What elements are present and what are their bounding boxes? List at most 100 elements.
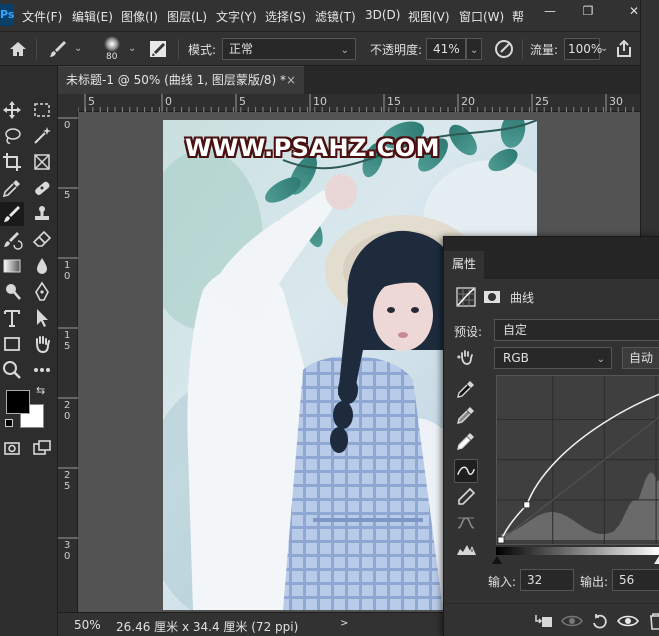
swap-colors-icon[interactable]: ⇆ [36,384,45,397]
auto-button[interactable]: 自动 [622,347,659,369]
delete-adjustment-icon[interactable] [644,609,659,633]
menu-select[interactable]: 选择(S) [265,8,306,25]
document-tab[interactable]: 未标题-1 @ 50% (曲线 1, 图层蒙版/8) * × [58,66,304,94]
properties-tab-bar: 属性 [444,251,659,279]
menu-image[interactable]: 图像(I) [121,8,158,25]
ruler-label: 0 [64,411,70,422]
healing-brush-icon[interactable] [30,176,54,200]
rectangular-marquee-icon[interactable] [30,98,54,122]
move-tool-icon[interactable] [0,98,24,122]
frame-tool-icon[interactable] [30,150,54,174]
menu-help[interactable]: 帮 [512,8,524,25]
zoom-tool-icon[interactable] [0,358,24,382]
curve-edit-points-icon[interactable] [454,459,478,483]
curve-chart [497,376,659,544]
screen-mode-icon[interactable] [30,436,54,460]
magic-wand-icon[interactable] [30,124,54,148]
eraser-tool-icon[interactable] [30,228,54,252]
default-colors-icon[interactable] [5,419,13,427]
hand-tool-icon[interactable] [30,332,54,356]
menu-file[interactable]: 文件(F) [22,8,62,25]
gray-point-eyedropper-icon[interactable] [454,403,478,427]
lasso-tool-icon[interactable] [0,124,24,148]
pressure-opacity-icon[interactable] [492,37,516,61]
curves-adjustment-icon[interactable] [454,285,478,309]
ruler-label: 2 [64,400,70,411]
zoom-level[interactable]: 50% [74,618,101,632]
chevron-down-icon: ⌄ [596,354,605,365]
ruler-label: 0 [64,551,70,562]
menu-edit[interactable]: 编辑(E) [72,8,113,25]
menu-layer[interactable]: 图层(L) [167,8,207,25]
view-previous-state-icon[interactable] [560,609,584,633]
channel-select[interactable]: RGB ⌄ [494,347,612,369]
foreground-color-swatch[interactable] [6,390,30,414]
black-point-eyedropper-icon[interactable] [454,377,478,401]
mode-select-value: 正常 [229,42,254,56]
pen-tool-icon[interactable] [30,280,54,304]
menu-filter[interactable]: 滤镜(T) [315,8,356,25]
brush-preset-chevron-icon[interactable]: ⌄ [74,43,82,54]
ruler-label: 1 [64,330,70,341]
more-tools-icon[interactable] [30,358,54,382]
chevron-down-icon: ⌄ [340,45,349,56]
path-selection-icon[interactable] [30,306,54,330]
input-value-field[interactable]: 32 [520,569,574,591]
brush-tool-icon[interactable] [0,202,24,226]
properties-panel: 属性 曲线 预设: 自定 RGB ⌄ 自动 输入: 32 输出: 56 [443,236,659,636]
flow-input[interactable]: 100% [564,38,603,60]
toggle-visibility-eye-icon[interactable] [616,609,640,633]
preset-select[interactable]: 自定 [494,319,659,341]
menu-type[interactable]: 文字(Y) [216,8,257,25]
white-point-slider[interactable] [654,556,659,564]
curve-graph[interactable] [496,375,659,545]
menu-view[interactable]: 视图(V) [408,8,450,25]
target-adjustment-hand-icon[interactable] [454,345,478,369]
menu-3d[interactable]: 3D(D) [365,8,400,22]
share-icon[interactable] [612,37,636,61]
opacity-value: 41% [433,42,460,56]
properties-footer [444,603,659,636]
ruler-label: 30 [609,95,623,108]
brush-size-chevron-icon[interactable]: ⌄ [128,43,136,54]
input-value: 32 [527,573,543,587]
clip-to-layer-icon[interactable] [532,609,556,633]
close-tab-icon[interactable]: × [286,67,296,94]
menu-window[interactable]: 窗口(W) [459,8,504,25]
properties-tab[interactable]: 属性 [444,251,484,279]
history-brush-icon[interactable] [0,228,24,252]
output-value-field[interactable]: 56 [612,569,659,591]
curve-draw-pencil-icon[interactable] [454,485,478,509]
smooth-curve-icon[interactable] [454,511,478,535]
panel-drag-bar[interactable] [444,237,659,251]
clipping-warning-icon[interactable] [454,537,478,561]
ruler-label: 5 [64,190,70,201]
opacity-slider-toggle[interactable]: ⌄ [466,38,482,60]
ruler-label: 20 [461,95,475,108]
restore-button[interactable]: ❐ [573,2,603,20]
mode-select[interactable]: 正常 ⌄ [222,38,356,60]
watermark-text: WWW.PSAHZ.COM [185,134,441,162]
crop-tool-icon[interactable] [0,150,24,174]
blur-tool-icon[interactable] [30,254,54,278]
clone-stamp-icon[interactable] [30,202,54,226]
gradient-tool-icon[interactable] [0,254,24,278]
rectangle-tool-icon[interactable] [0,332,24,356]
reset-adjustment-icon[interactable] [588,609,612,633]
quick-mask-icon[interactable] [0,436,24,460]
opacity-input[interactable]: 41% [426,38,466,60]
home-icon[interactable] [6,37,30,61]
minimize-button[interactable]: — [535,2,565,20]
black-point-slider[interactable] [492,556,502,564]
status-menu-arrow[interactable]: > [340,618,348,629]
type-tool-icon[interactable] [0,306,24,330]
menu-bar: Ps 文件(F) 编辑(E) 图像(I) 图层(L) 文字(Y) 选择(S) 滤… [0,0,659,32]
brush-settings-panel-icon[interactable] [146,37,170,61]
flow-value: 100% [568,42,603,56]
flow-chevron-icon[interactable]: ⌄ [600,43,608,54]
layer-mask-icon[interactable] [480,285,504,309]
dodge-tool-icon[interactable] [0,280,24,304]
brush-preset-icon[interactable] [46,37,70,61]
white-point-eyedropper-icon[interactable] [454,429,478,453]
eyedropper-tool-icon[interactable] [0,176,24,200]
